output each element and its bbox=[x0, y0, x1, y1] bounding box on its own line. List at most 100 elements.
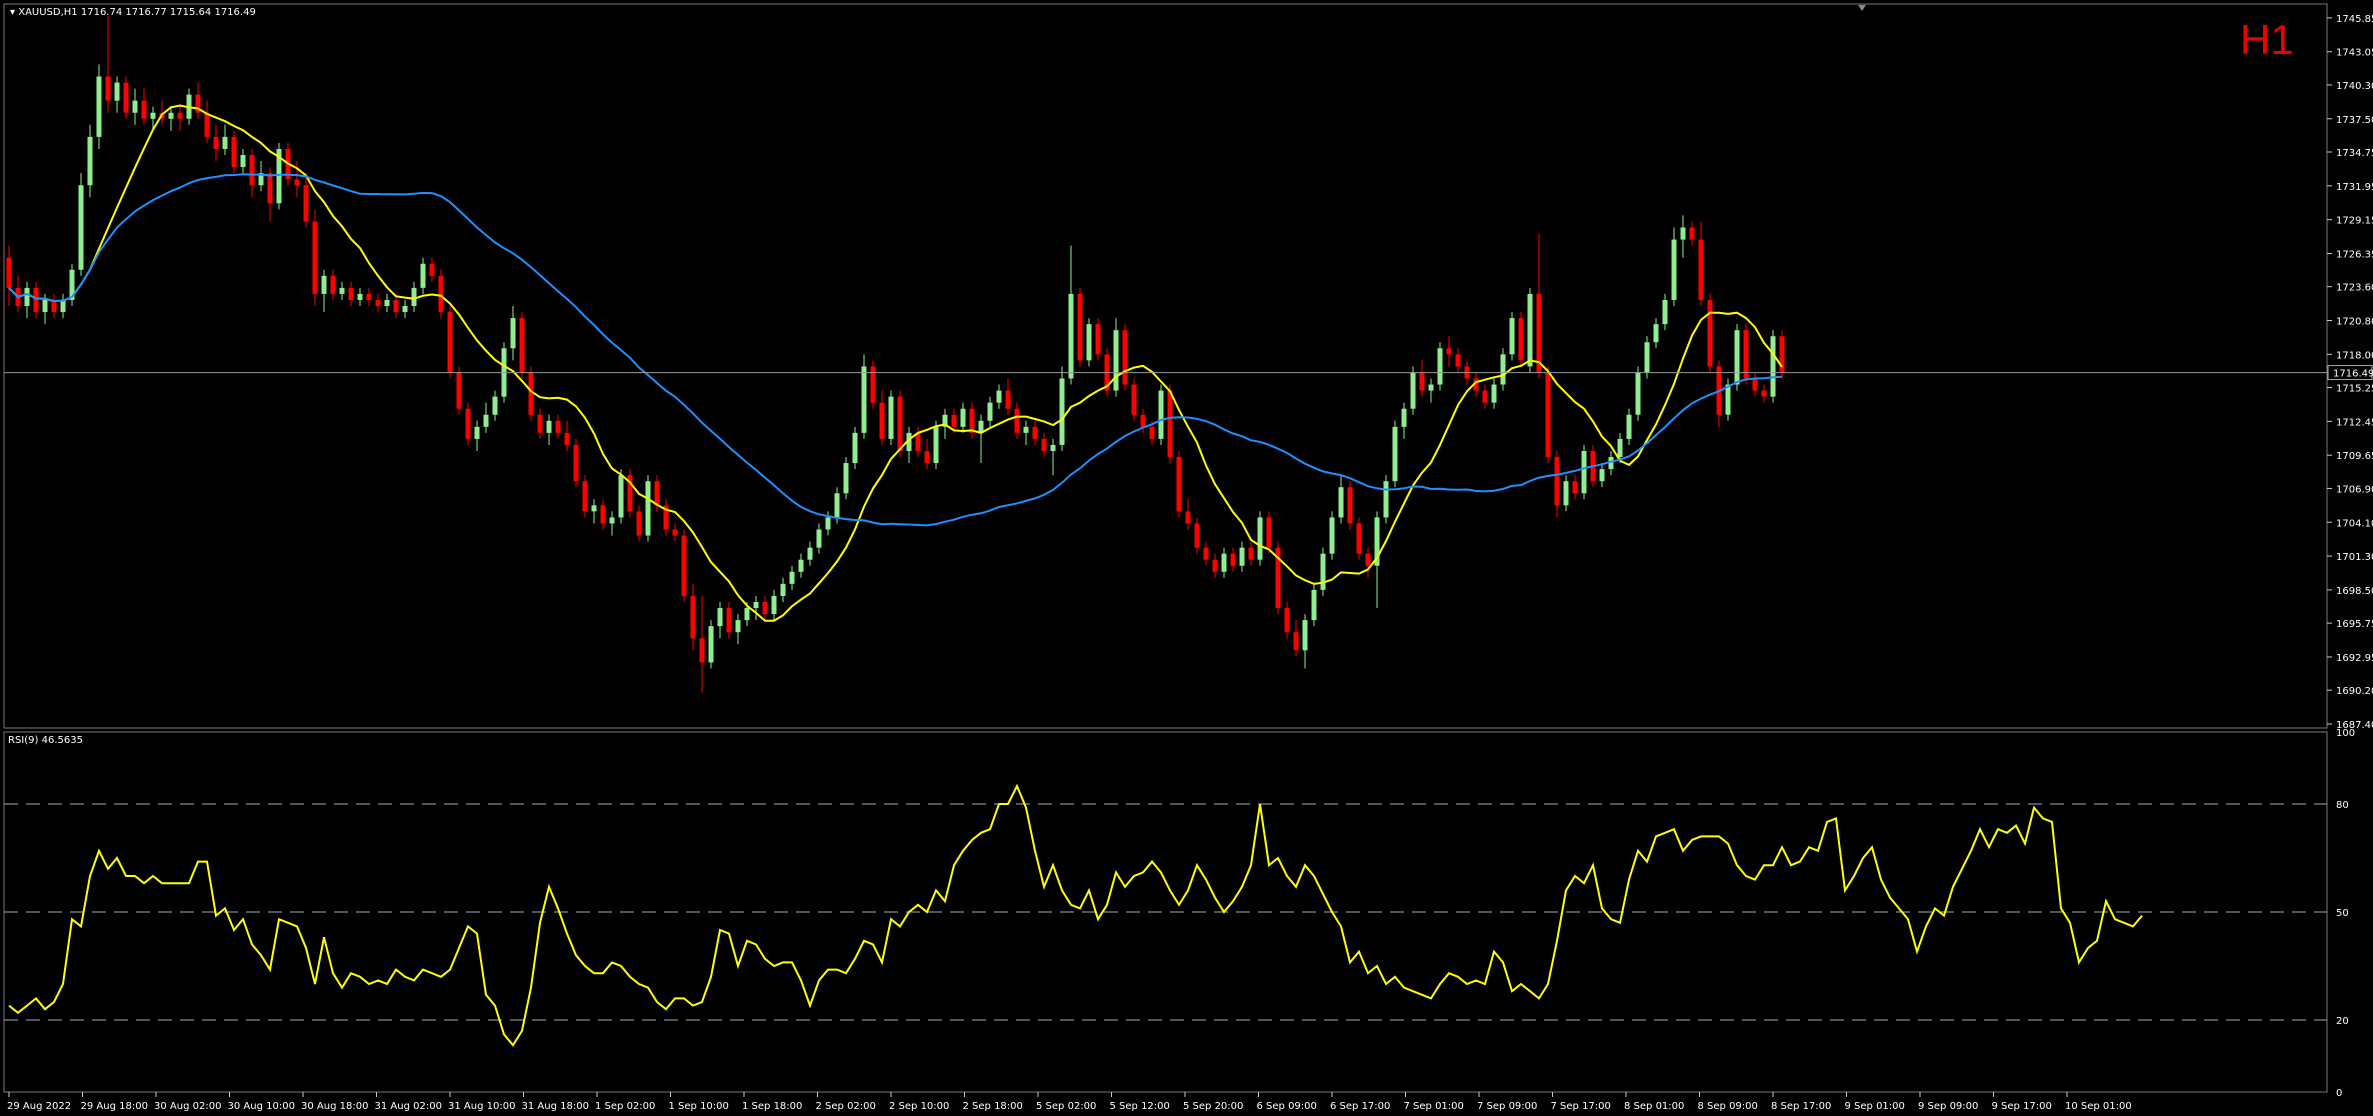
time-tick-label: 1 Sep 02:00 bbox=[595, 1101, 655, 1112]
candle-body bbox=[1689, 227, 1695, 240]
candle-body bbox=[330, 275, 336, 294]
time-tick-label: 5 Sep 20:00 bbox=[1183, 1101, 1243, 1112]
candle-body bbox=[1527, 293, 1533, 367]
price-axis: 1745.85 1743.05 1740.30 1737.50 1734.75 1731.… bbox=[2327, 14, 2373, 731]
symbol-header[interactable]: ▾ XAUUSD,H1 1716.74 1716.77 1715.64 1716… bbox=[10, 7, 256, 18]
candle-body bbox=[1284, 608, 1290, 633]
candle-body bbox=[402, 306, 408, 313]
candle-body bbox=[384, 299, 390, 307]
candle-body bbox=[1149, 426, 1155, 439]
candle-body bbox=[474, 426, 480, 439]
time-tick-label: 9 Sep 09:00 bbox=[1918, 1101, 1978, 1112]
rsi-header: RSI(9) 46.5635 bbox=[8, 735, 83, 746]
candle-body bbox=[1221, 553, 1227, 572]
candle-body bbox=[1014, 408, 1020, 433]
candle-body bbox=[141, 100, 147, 119]
candle-body bbox=[519, 318, 525, 373]
candle-body bbox=[1428, 384, 1434, 391]
time-tick-label: 31 Aug 02:00 bbox=[375, 1101, 442, 1112]
time-tick-label: 7 Sep 01:00 bbox=[1404, 1101, 1464, 1112]
candle-body bbox=[456, 372, 462, 409]
candle-body bbox=[780, 583, 786, 596]
current-price-label: 1716.49 bbox=[2333, 369, 2373, 380]
symbol-menu-icon[interactable]: ▾ bbox=[10, 7, 15, 18]
rsi-pane[interactable]: 100 80 50 20 0 bbox=[3, 728, 2355, 1099]
candle-body bbox=[231, 136, 237, 168]
price-pane[interactable]: 1745.85 1743.05 1740.30 1737.50 1734.75 1731.… bbox=[3, 3, 2373, 731]
candle-body bbox=[537, 414, 543, 433]
candle-body bbox=[1257, 517, 1263, 560]
candle-body bbox=[312, 221, 318, 294]
candle-body bbox=[1077, 293, 1083, 361]
candle-body bbox=[528, 372, 534, 415]
ma-line bbox=[8, 173, 1783, 527]
candle-body bbox=[672, 529, 678, 536]
candle-body bbox=[996, 390, 1002, 403]
candle-body bbox=[1653, 324, 1659, 343]
candle-body bbox=[1185, 511, 1191, 524]
candle-body bbox=[1635, 372, 1641, 415]
candle-body bbox=[1131, 384, 1137, 415]
candle-body bbox=[1581, 450, 1587, 494]
price-tick-label: 1723.60 bbox=[2336, 283, 2373, 294]
price-tick-label: 1726.35 bbox=[2336, 249, 2373, 260]
price-tick-label: 1709.65 bbox=[2336, 451, 2373, 462]
candle-body bbox=[690, 595, 696, 639]
time-tick-label: 2 Sep 02:00 bbox=[816, 1101, 876, 1112]
rsi-levels bbox=[4, 803, 2327, 1021]
candle-body bbox=[816, 529, 822, 548]
candle-body bbox=[915, 432, 921, 451]
candle-body bbox=[105, 76, 111, 101]
time-tick-label: 8 Sep 01:00 bbox=[1624, 1101, 1684, 1112]
time-tick-label: 29 Aug 2022 bbox=[7, 1101, 71, 1112]
candle-body bbox=[96, 76, 102, 137]
candle-body bbox=[123, 82, 129, 113]
candle-body bbox=[1113, 330, 1119, 391]
candle-body bbox=[600, 505, 606, 524]
candle-body bbox=[132, 100, 138, 113]
candle-body bbox=[420, 263, 426, 288]
candle-body bbox=[897, 396, 903, 451]
candle-body bbox=[1203, 547, 1209, 560]
candle-body bbox=[753, 601, 759, 609]
candle-body bbox=[87, 136, 93, 186]
candle-body bbox=[1302, 620, 1308, 651]
candle-body bbox=[573, 444, 579, 482]
candle-body bbox=[1500, 354, 1506, 385]
rsi-line bbox=[8, 783, 2143, 1047]
rsi-tick-label: 50 bbox=[2336, 908, 2349, 919]
candle-body bbox=[1518, 318, 1524, 361]
candle-body bbox=[1563, 481, 1569, 506]
candle-body bbox=[1059, 378, 1065, 445]
candle-body bbox=[510, 318, 516, 349]
candle-body bbox=[204, 112, 210, 137]
candle-body bbox=[1086, 324, 1092, 361]
candle-body bbox=[24, 287, 30, 307]
candle-body bbox=[240, 155, 246, 168]
candle-body bbox=[1050, 444, 1056, 451]
candle-body bbox=[870, 366, 876, 403]
candle-body bbox=[1230, 553, 1236, 566]
candle-body bbox=[348, 287, 354, 300]
candle-body bbox=[465, 408, 471, 439]
time-tick-label: 7 Sep 17:00 bbox=[1551, 1101, 1611, 1112]
candle-body bbox=[789, 571, 795, 584]
time-tick-label: 8 Sep 17:00 bbox=[1771, 1101, 1831, 1112]
candle-body bbox=[771, 595, 777, 615]
candle-body bbox=[1752, 378, 1758, 391]
candle-body bbox=[1761, 390, 1767, 397]
price-overlays bbox=[8, 104, 1783, 622]
price-candles bbox=[6, 16, 1785, 693]
price-tick-label: 1704.10 bbox=[2336, 518, 2373, 529]
trading-chart[interactable]: 1745.85 1743.05 1740.30 1737.50 1734.75 1731.… bbox=[0, 0, 2373, 1116]
candle-body bbox=[339, 287, 345, 294]
price-tick-label: 1745.85 bbox=[2336, 14, 2373, 25]
candle-body bbox=[447, 312, 453, 373]
price-tick-label: 1715.25 bbox=[2336, 384, 2373, 395]
candle-body bbox=[1347, 487, 1353, 524]
chart-shift-marker[interactable] bbox=[1858, 5, 1866, 11]
candle-body bbox=[699, 638, 705, 663]
candle-body bbox=[852, 432, 858, 464]
candle-body bbox=[591, 505, 597, 512]
candle-body bbox=[987, 402, 993, 421]
